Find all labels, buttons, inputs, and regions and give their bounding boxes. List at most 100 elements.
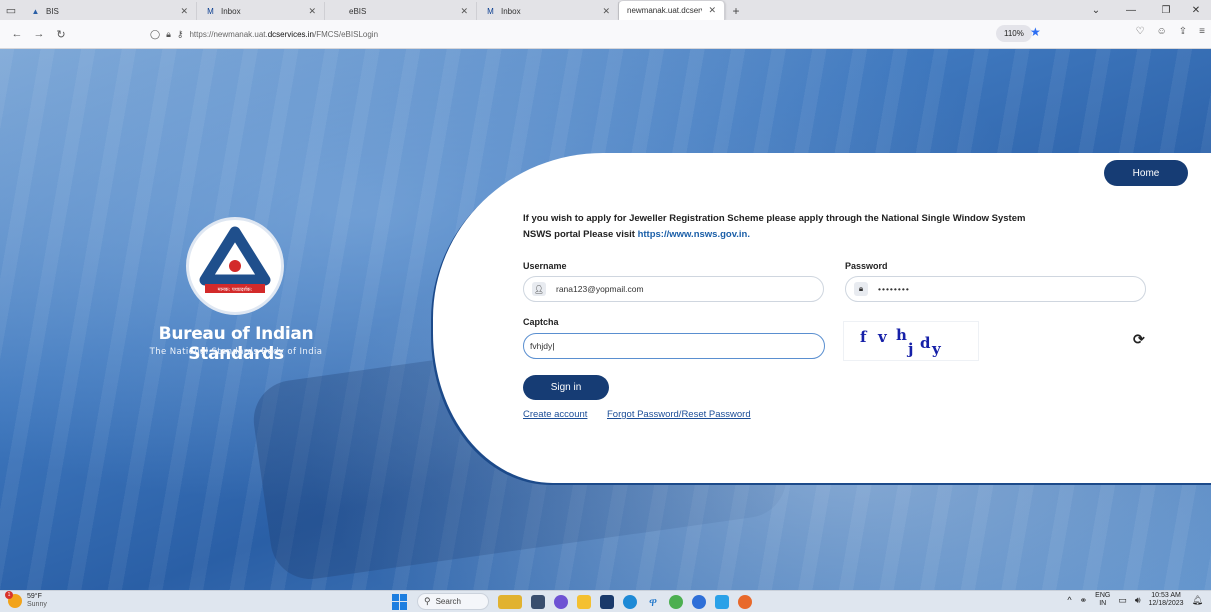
toolbar-icons: ♡ ☺ ⇪ ≡	[1136, 26, 1205, 37]
display-icon[interactable]: ▭	[1118, 595, 1127, 606]
volume-icon[interactable]: 🔊︎	[1135, 595, 1141, 606]
login-card: Home If you wish to apply for Jeweller R…	[433, 153, 1211, 483]
lock-icon: 🔒︎	[166, 29, 171, 39]
login-page: मानक: पथप्रदर्शक: Bureau of Indian Stand…	[0, 49, 1211, 590]
forward-arrow-icon[interactable]: →	[28, 28, 50, 40]
app-icon[interactable]	[715, 594, 729, 609]
forgot-password-link[interactable]: Forgot Password/Reset Password	[607, 409, 751, 420]
close-icon[interactable]: ✕	[180, 6, 188, 17]
windows-taskbar: 1 59°F Sunny ⚲ Search ዋ ^ ⚭ ENG IN ▭ 🔊︎ …	[0, 590, 1211, 612]
account-icon[interactable]: ☺	[1157, 26, 1167, 37]
minimize-icon[interactable]: —	[1111, 5, 1151, 16]
nsws-link[interactable]: https://www.nsws.gov.in.	[638, 229, 750, 240]
password-value: ••••••••	[878, 284, 910, 294]
tab-inbox[interactable]: M Inbox ✕	[197, 2, 325, 20]
home-button[interactable]: Home	[1104, 160, 1188, 186]
tab-title: Inbox	[501, 6, 521, 16]
task-view-icon[interactable]	[531, 594, 545, 609]
close-icon[interactable]: ✕	[602, 6, 610, 17]
window-controls: ⌄ — ❐ ✕	[1081, 0, 1211, 20]
captcha-char: d	[920, 334, 931, 352]
restore-icon[interactable]: ❐	[1151, 5, 1181, 16]
zoom-level[interactable]: 110%	[996, 25, 1032, 42]
pocket-icon[interactable]: ♡	[1136, 26, 1145, 37]
taskbar-search-label: Search	[435, 597, 461, 606]
page-icon	[333, 6, 344, 17]
captcha-char: j	[908, 340, 914, 358]
close-icon[interactable]: ✕	[308, 6, 316, 17]
weather-badge: 1	[5, 591, 13, 599]
tab-overflow-chevron-icon[interactable]: ⌄	[1081, 5, 1111, 16]
widgets-app-icon[interactable]	[498, 594, 522, 609]
windows-start-icon[interactable]	[392, 593, 408, 610]
captcha-char: f	[860, 328, 867, 346]
url-bar[interactable]: ◯ 🔒︎ ⚷ https://newmanak.uat. dcservices.i…	[150, 24, 1056, 45]
chat-app-icon[interactable]	[554, 594, 568, 609]
refresh-captcha-icon[interactable]: ⟳	[1133, 331, 1145, 348]
brand-title: Bureau of Indian Standards	[158, 324, 314, 364]
back-arrow-icon[interactable]: ←	[6, 28, 28, 40]
close-window-icon[interactable]: ✕	[1181, 5, 1211, 16]
notification-bell-icon[interactable]: 🔔︎	[1192, 595, 1203, 606]
app-icon[interactable]	[692, 594, 706, 609]
clock-date: 12/18/2023	[1148, 600, 1184, 607]
username-label: Username	[523, 261, 567, 271]
taskbar-clock[interactable]: 10:53 AM 12/18/2023	[1149, 592, 1184, 608]
sun-icon: 1	[5, 591, 22, 608]
captcha-value: fvhjdy	[530, 341, 553, 351]
captcha-input[interactable]: fvhjdy |	[523, 333, 825, 359]
mail-icon: M	[487, 6, 494, 16]
tab-inbox-2[interactable]: M Inbox ✕	[477, 2, 619, 20]
username-field[interactable]: 👤︎ rana123@yopmail.com	[523, 276, 824, 302]
taskbar-search[interactable]: ⚲ Search	[417, 593, 489, 610]
tab-list-icon[interactable]: ▭	[0, 0, 22, 20]
logo-motto: मानक: पथप्रदर्शक:	[218, 286, 253, 293]
create-account-link[interactable]: Create account	[523, 409, 587, 420]
system-tray: ^ ⚭ ENG IN ▭ 🔊︎ 10:53 AM 12/18/2023 🔔︎	[1067, 592, 1203, 608]
captcha-char: v	[878, 328, 887, 346]
brand-subtitle: The National Standards Body of India	[149, 347, 323, 357]
edge-browser-icon[interactable]	[623, 594, 637, 609]
menu-icon[interactable]: ≡	[1199, 26, 1205, 37]
lock-icon: 🔒︎	[854, 282, 868, 296]
password-field[interactable]: 🔒︎ ••••••••	[845, 276, 1146, 302]
notice-line-2: NSWS portal Please visit	[523, 229, 638, 240]
tab-title: eBIS	[349, 6, 367, 16]
sign-in-button[interactable]: Sign in	[523, 375, 609, 400]
close-icon[interactable]: ✕	[708, 5, 716, 16]
mail-icon: M	[207, 6, 214, 16]
navigation-bar: ← → ↻ ◯ 🔒︎ ⚷ https://newmanak.uat. dcserv…	[0, 20, 1211, 49]
bis-logo: मानक: पथप्रदर्शक:	[186, 217, 284, 315]
browser-window: ▭ ▲ BIS ✕ M Inbox ✕ eBIS ✕ M Inbox ✕ new…	[0, 0, 1211, 612]
new-tab-plus-icon[interactable]: +	[725, 2, 747, 20]
weather-temp: 59°F	[27, 593, 42, 600]
firefox-browser-icon[interactable]	[738, 594, 752, 609]
store-app-icon[interactable]	[600, 594, 614, 609]
bookmark-star-icon[interactable]: ★	[1030, 25, 1041, 39]
tray-chevron-up-icon[interactable]: ^	[1067, 595, 1071, 605]
tab-title: BIS	[46, 6, 59, 16]
lang-region: IN	[1099, 600, 1107, 607]
tab-title: newmanak.uat.dcservices.in/FMCS/	[627, 6, 702, 15]
language-indicator[interactable]: ENG IN	[1095, 592, 1110, 608]
app-icon[interactable]: ዋ	[646, 595, 660, 609]
password-label: Password	[845, 261, 888, 271]
network-app-icon[interactable]: ⚭	[1080, 595, 1088, 606]
extensions-icon[interactable]: ⇪	[1179, 26, 1187, 37]
close-icon[interactable]: ✕	[460, 6, 468, 17]
captcha-char: y	[932, 340, 941, 358]
captcha-label: Captcha	[523, 317, 559, 327]
bis-favicon-icon: ▲	[31, 6, 40, 16]
key-icon: ⚷	[176, 29, 184, 39]
shield-icon: ◯	[150, 29, 161, 39]
tab-bis[interactable]: ▲ BIS ✕	[22, 2, 197, 20]
weather-widget[interactable]: 1 59°F Sunny	[5, 591, 47, 609]
nsws-notice: If you wish to apply for Jeweller Regist…	[523, 211, 1123, 243]
weather-desc: Sunny	[27, 601, 47, 608]
chrome-browser-icon[interactable]	[669, 594, 683, 609]
taskbar-apps: ⚲ Search ዋ	[392, 593, 752, 610]
tab-active-login[interactable]: newmanak.uat.dcservices.in/FMCS/ ✕	[619, 1, 725, 20]
file-explorer-icon[interactable]	[577, 594, 591, 609]
tab-ebis[interactable]: eBIS ✕	[325, 2, 477, 20]
reload-icon[interactable]: ↻	[50, 28, 72, 41]
